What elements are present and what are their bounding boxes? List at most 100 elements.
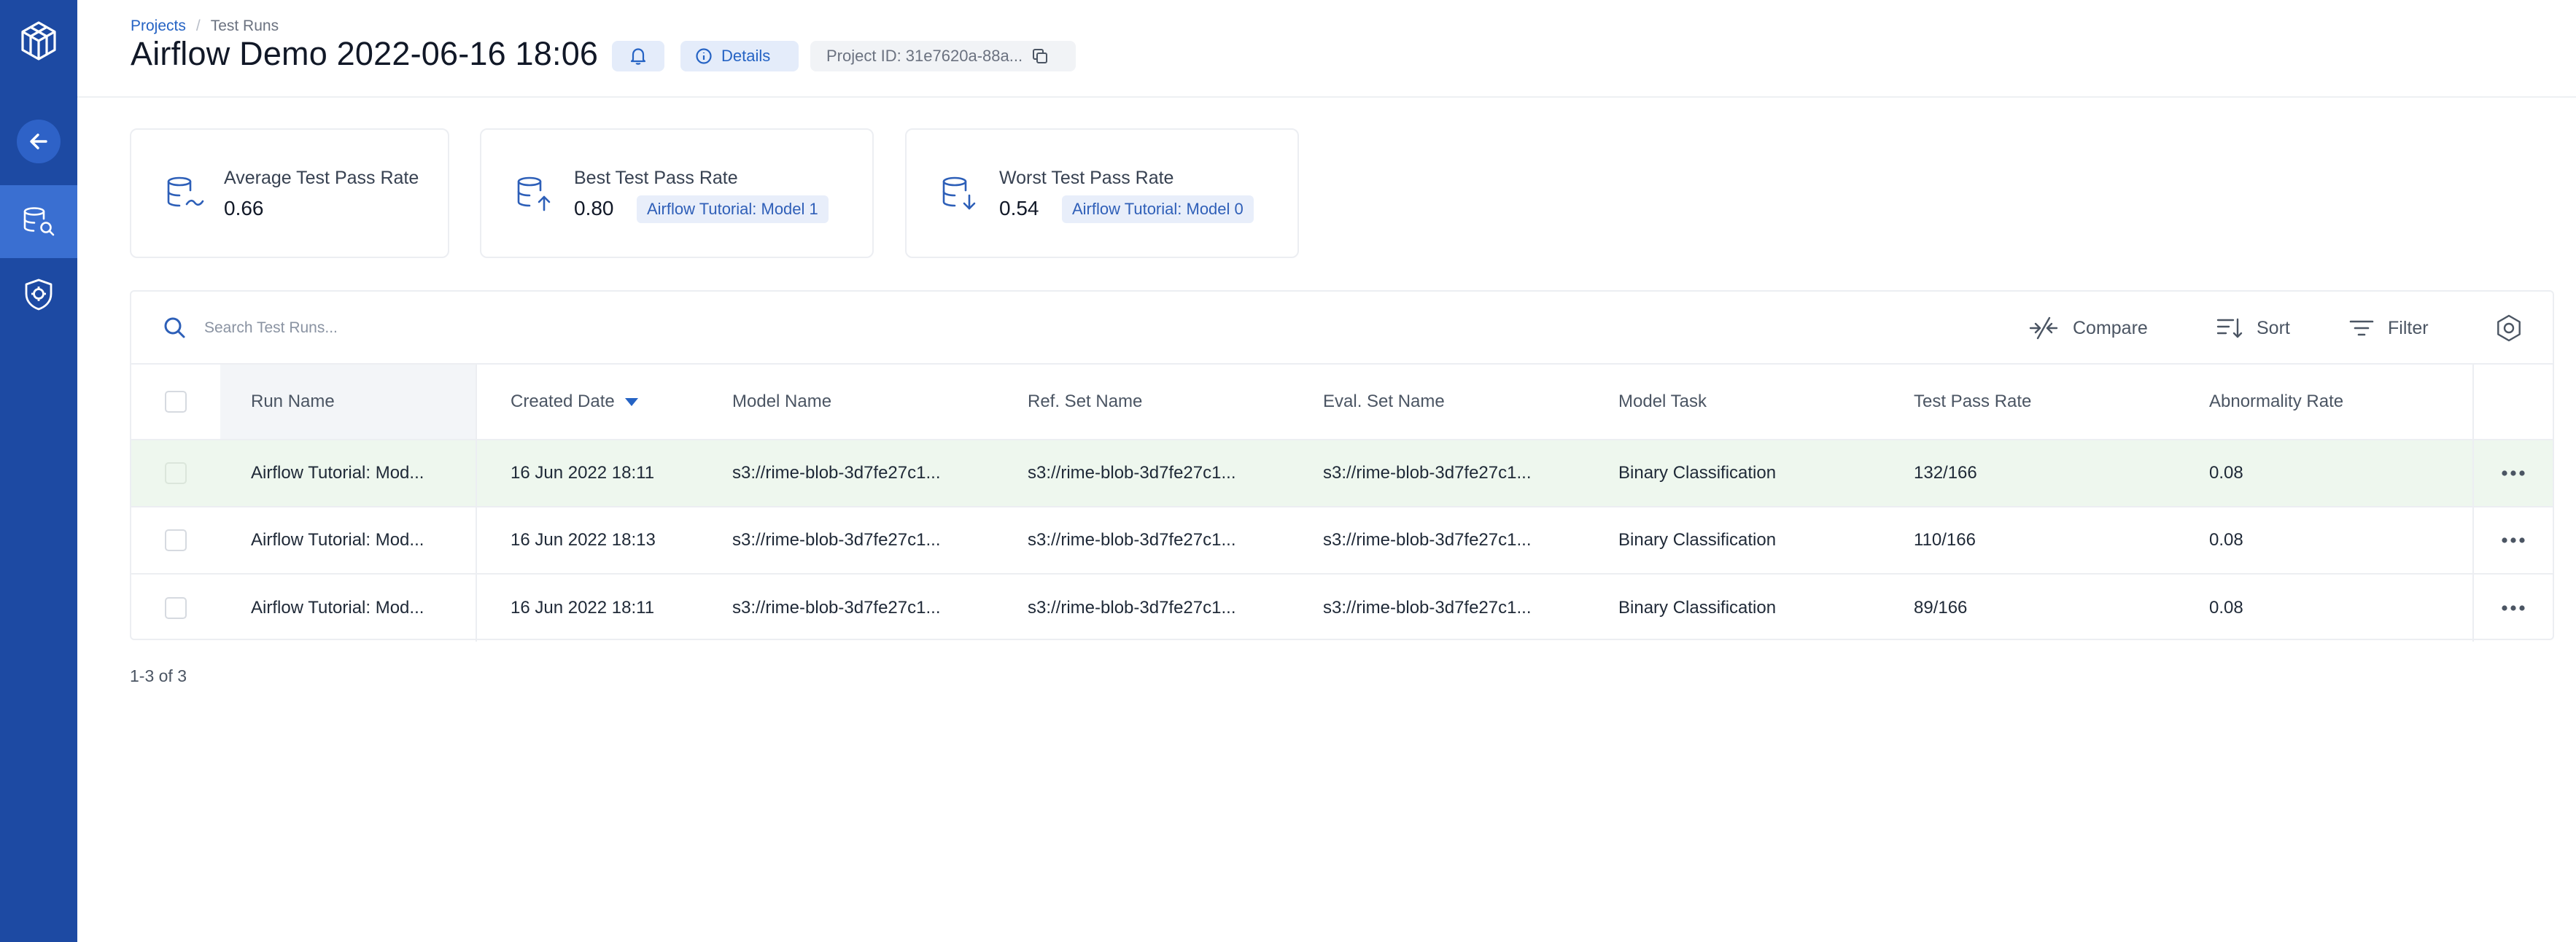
stat-card-worst: Worst Test Pass Rate 0.54 Airflow Tutori… — [905, 128, 1299, 258]
model-tag[interactable]: Airflow Tutorial: Model 1 — [637, 195, 829, 223]
table-header: Run Name Created Date Model Name Ref. Se… — [131, 365, 2553, 440]
page-title: Airflow Demo 2022-06-16 18:06 — [131, 35, 599, 72]
table-settings-button[interactable] — [2491, 311, 2526, 346]
table-toolbar: Compare Sort Filter — [131, 292, 2553, 365]
cell-ref-set-name: s3://rime-blob-3d7fe27c1... — [1028, 598, 1236, 618]
row-checkbox[interactable] — [165, 462, 187, 484]
cell-model-name: s3://rime-blob-3d7fe27c1... — [732, 598, 941, 618]
row-select-cell — [131, 440, 220, 506]
compare-button[interactable]: Compare — [2028, 311, 2148, 346]
cell-model-task: Binary Classification — [1618, 463, 1777, 483]
stat-value: 0.66 — [224, 197, 264, 219]
cell-ref-set-name: s3://rime-blob-3d7fe27c1... — [1028, 530, 1236, 550]
table-row[interactable]: Airflow Tutorial: Mod... 16 Jun 2022 18:… — [131, 440, 2553, 507]
pagination-summary: 1-3 of 3 — [130, 666, 187, 685]
cell-run-name: Airflow Tutorial: Mod... — [251, 463, 424, 483]
column-header-model-name[interactable]: Model Name — [732, 365, 973, 439]
details-button[interactable]: Details — [680, 41, 799, 71]
cell-created-date: 16 Jun 2022 18:13 — [511, 530, 656, 550]
filter-button[interactable]: Filter — [2348, 311, 2429, 346]
row-checkbox[interactable] — [165, 597, 187, 619]
table-row[interactable]: Airflow Tutorial: Mod... 16 Jun 2022 18:… — [131, 507, 2553, 575]
sort-button[interactable]: Sort — [2216, 311, 2290, 346]
select-all-cell — [131, 365, 220, 439]
cell-abnormality-rate: 0.08 — [2209, 598, 2243, 618]
cell-test-pass-rate: 89/166 — [1914, 598, 1968, 618]
column-header-ref-set-name[interactable]: Ref. Set Name — [1028, 365, 1268, 439]
column-divider — [476, 440, 477, 506]
sidebar-item-test-runs[interactable] — [0, 185, 77, 258]
more-horizontal-icon — [2502, 537, 2525, 543]
row-select-cell — [131, 575, 220, 642]
stat-value: 0.54 — [999, 197, 1039, 219]
row-actions-button[interactable] — [2472, 507, 2554, 573]
cell-test-pass-rate: 110/166 — [1914, 530, 1976, 550]
breadcrumb-separator: / — [195, 17, 201, 34]
breadcrumb: Projects / Test Runs — [131, 17, 279, 35]
copy-icon[interactable] — [1031, 47, 1049, 65]
cell-abnormality-rate: 0.08 — [2209, 530, 2243, 550]
database-up-icon — [517, 176, 551, 211]
database-average-icon — [167, 176, 204, 207]
search-input[interactable] — [204, 312, 788, 344]
database-search-icon — [23, 207, 55, 236]
more-horizontal-icon — [2502, 605, 2525, 611]
column-header-test-pass-rate[interactable]: Test Pass Rate — [1914, 365, 2133, 439]
column-header-eval-set-name[interactable]: Eval. Set Name — [1323, 365, 1564, 439]
table-row[interactable]: Airflow Tutorial: Mod... 16 Jun 2022 18:… — [131, 575, 2553, 642]
filter-label: Filter — [2388, 317, 2429, 338]
column-header-created-date[interactable]: Created Date — [511, 365, 729, 439]
cell-run-name: Airflow Tutorial: Mod... — [251, 530, 424, 550]
project-id-label: Project ID: 31e7620a-88a... — [826, 47, 1023, 65]
gear-icon — [2497, 314, 2521, 342]
sort-descending-icon — [624, 397, 638, 406]
model-tag[interactable]: Airflow Tutorial: Model 0 — [1062, 195, 1254, 223]
stat-label: Worst Test Pass Rate — [999, 168, 1174, 188]
sort-label: Sort — [2257, 317, 2290, 338]
column-header-run-name[interactable]: Run Name — [220, 365, 476, 439]
row-actions-button[interactable] — [2472, 440, 2554, 506]
search-icon — [164, 317, 185, 338]
sidebar — [0, 0, 77, 942]
details-label: Details — [721, 47, 771, 65]
info-icon — [696, 48, 712, 64]
stat-card-best: Best Test Pass Rate 0.80 Airflow Tutoria… — [480, 128, 874, 258]
stat-label: Average Test Pass Rate — [224, 168, 419, 188]
cell-model-name: s3://rime-blob-3d7fe27c1... — [732, 530, 941, 550]
row-checkbox[interactable] — [165, 529, 187, 551]
cell-eval-set-name: s3://rime-blob-3d7fe27c1... — [1323, 598, 1532, 618]
column-header-model-task[interactable]: Model Task — [1618, 365, 1859, 439]
compare-icon — [2029, 316, 2058, 340]
cell-created-date: 16 Jun 2022 18:11 — [511, 598, 655, 618]
project-id-badge[interactable]: Project ID: 31e7620a-88a... — [810, 41, 1076, 71]
back-button[interactable] — [17, 120, 61, 163]
cell-eval-set-name: s3://rime-blob-3d7fe27c1... — [1323, 530, 1532, 550]
cell-model-name: s3://rime-blob-3d7fe27c1... — [732, 463, 941, 483]
notifications-button[interactable] — [612, 41, 664, 71]
column-divider — [476, 365, 477, 439]
cell-created-date: 16 Jun 2022 18:11 — [511, 463, 655, 483]
column-header-label: Created Date — [511, 392, 615, 411]
more-horizontal-icon — [2502, 470, 2525, 476]
page-header: Projects / Test Runs Airflow Demo 2022-0… — [77, 0, 2576, 98]
column-header-abnormality-rate[interactable]: Abnormality Rate — [2209, 365, 2428, 439]
sidebar-item-security[interactable] — [0, 258, 77, 331]
cell-ref-set-name: s3://rime-blob-3d7fe27c1... — [1028, 463, 1236, 483]
cell-model-task: Binary Classification — [1618, 530, 1777, 550]
breadcrumb-projects-link[interactable]: Projects — [131, 17, 186, 35]
shield-icon — [25, 279, 53, 311]
cell-abnormality-rate: 0.08 — [2209, 463, 2243, 483]
column-divider — [476, 507, 477, 573]
row-actions-button[interactable] — [2472, 575, 2554, 642]
breadcrumb-current: Test Runs — [210, 17, 279, 34]
cell-model-task: Binary Classification — [1618, 598, 1777, 618]
stat-card-average: Average Test Pass Rate 0.66 — [130, 128, 449, 258]
stat-value: 0.80 — [574, 197, 614, 219]
select-all-checkbox[interactable] — [165, 391, 187, 413]
database-down-icon — [942, 176, 976, 210]
row-select-cell — [131, 507, 220, 573]
logo-icon[interactable] — [15, 17, 62, 64]
cell-test-pass-rate: 132/166 — [1914, 463, 1977, 483]
column-divider — [2472, 365, 2474, 439]
sort-icon — [2216, 318, 2243, 338]
